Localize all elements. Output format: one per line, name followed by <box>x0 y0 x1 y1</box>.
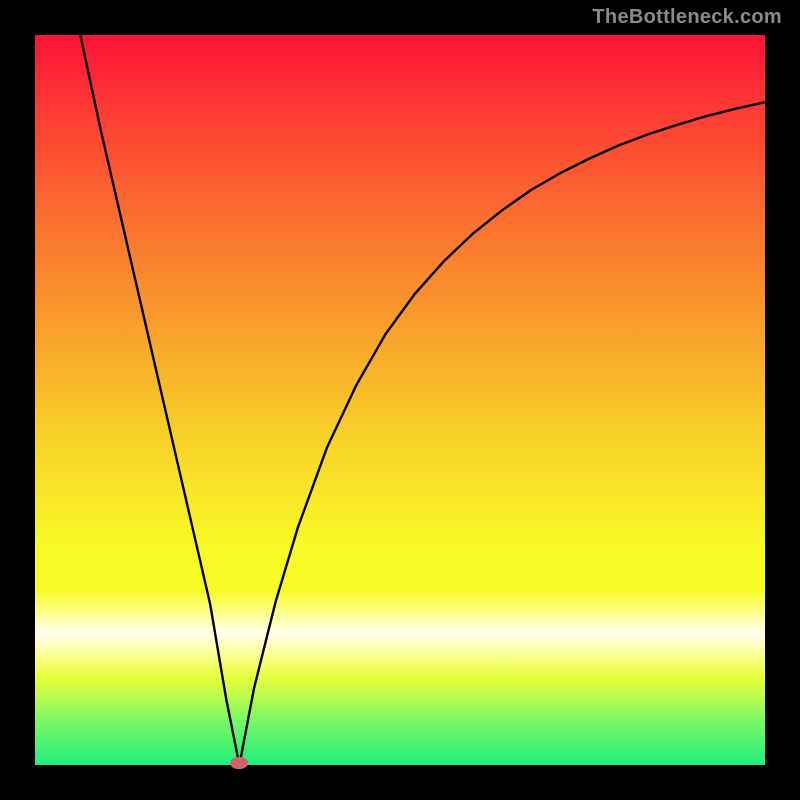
curve-layer <box>35 35 765 765</box>
minimum-marker <box>230 757 248 769</box>
bottleneck-curve <box>80 35 765 765</box>
watermark-text: TheBottleneck.com <box>592 6 782 29</box>
chart-stage: TheBottleneck.com <box>0 0 800 800</box>
